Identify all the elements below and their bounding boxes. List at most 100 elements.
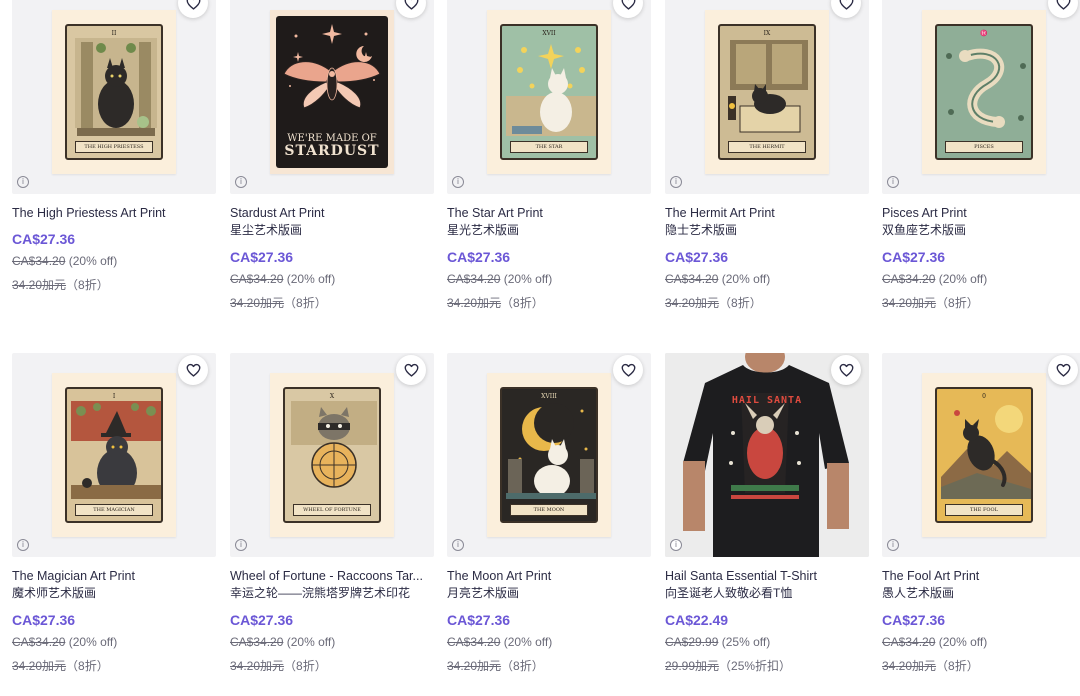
- info-icon[interactable]: i: [235, 539, 247, 551]
- favorite-button[interactable]: [613, 355, 643, 385]
- product-title[interactable]: Wheel of Fortune - Raccoons Tar...: [230, 568, 434, 584]
- product-title[interactable]: The Hermit Art Print: [665, 205, 869, 221]
- info-icon[interactable]: i: [670, 539, 682, 551]
- discount-label-cn: （8折）: [284, 296, 327, 310]
- info-icon[interactable]: i: [17, 176, 29, 188]
- original-price-line-cn: 34.20加元（8折）: [665, 295, 869, 311]
- product-image[interactable]: XVII THE STAR i: [447, 0, 651, 194]
- product-image[interactable]: 0 THE FOOL i: [882, 353, 1080, 557]
- original-price-cn: 34.20加元: [447, 296, 502, 310]
- product-image[interactable]: II THE HIGH PRIESTESS i: [12, 0, 216, 194]
- favorite-button[interactable]: [178, 355, 208, 385]
- product-title[interactable]: The High Priestess Art Print: [12, 205, 216, 221]
- discount-label: (20% off): [503, 635, 553, 649]
- product-title-translated: 魔术师艺术版画: [12, 586, 97, 600]
- original-price: CA$29.99: [665, 635, 719, 649]
- heart-outline-icon: [1056, 0, 1070, 10]
- heart-outline-icon: [186, 363, 200, 377]
- product-image[interactable]: ♓ PISCES i: [882, 0, 1080, 194]
- original-price-cn: 34.20加元: [230, 296, 285, 310]
- product-card[interactable]: WE'RE MADE OF STARDUST i Stardust Art Pr…: [230, 0, 434, 311]
- original-price: CA$34.20: [230, 635, 284, 649]
- original-price-line-cn: 34.20加元（8折）: [230, 295, 434, 311]
- info-icon[interactable]: i: [887, 176, 899, 188]
- original-price-line: CA$34.20 (20% off): [230, 271, 434, 287]
- discount-label-cn: （8折）: [936, 296, 979, 310]
- product-card[interactable]: ♓ PISCES i Pisces Art Print 双鱼座艺术版画 CA$2…: [882, 0, 1080, 311]
- tarot-card-art: IX THE HERMIT: [718, 24, 816, 160]
- product-price: CA$22.49: [665, 612, 729, 628]
- tarot-card-art: X WHEEL OF FORTUNE: [283, 387, 381, 523]
- card-banner: THE MAGICIAN: [75, 504, 153, 516]
- product-image[interactable]: IX THE HERMIT i: [665, 0, 869, 194]
- product-price: CA$27.36: [12, 231, 76, 247]
- card-numeral: XVIII: [541, 393, 557, 400]
- info-icon[interactable]: i: [235, 176, 247, 188]
- product-card[interactable]: XVII THE STAR i The Star Art Print 星光艺术版…: [447, 0, 651, 311]
- discount-label: (20% off): [286, 272, 336, 286]
- original-price-line-cn: 34.20加元（8折）: [12, 658, 216, 674]
- product-title[interactable]: Stardust Art Print: [230, 205, 434, 221]
- discount-label-cn: （25%折扣）: [719, 659, 792, 673]
- favorite-button[interactable]: [396, 355, 426, 385]
- product-card[interactable]: HAIL SANTA i Hail Santa Essential T-Shir…: [665, 353, 869, 674]
- product-card[interactable]: I THE MAGICIAN i The Magician Art Print …: [12, 353, 216, 674]
- product-image[interactable]: X WHEEL OF FORTUNE i: [230, 353, 434, 557]
- print-mat: II THE HIGH PRIESTESS: [52, 10, 176, 174]
- favorite-button[interactable]: [396, 0, 426, 18]
- product-title-translated: 双鱼座艺术版画: [882, 223, 967, 237]
- product-title[interactable]: Hail Santa Essential T-Shirt: [665, 568, 869, 584]
- product-image[interactable]: XVIII THE MOON i: [447, 353, 651, 557]
- product-price: CA$27.36: [882, 249, 946, 265]
- product-title[interactable]: Pisces Art Print: [882, 205, 1080, 221]
- product-card[interactable]: X WHEEL OF FORTUNE i Wheel of Fortune - …: [230, 353, 434, 674]
- card-numeral: IX: [763, 30, 771, 37]
- discount-label: (20% off): [68, 635, 118, 649]
- discount-label-cn: （8折）: [284, 659, 327, 673]
- product-card[interactable]: II THE HIGH PRIESTESS i The High Prieste…: [12, 0, 216, 293]
- original-price: CA$34.20: [447, 635, 501, 649]
- favorite-button[interactable]: [831, 0, 861, 18]
- heart-outline-icon: [839, 0, 853, 10]
- discount-label: (20% off): [68, 254, 118, 268]
- info-icon[interactable]: i: [452, 539, 464, 551]
- original-price: CA$34.20: [882, 635, 936, 649]
- favorite-button[interactable]: [1048, 355, 1078, 385]
- favorite-button[interactable]: [831, 355, 861, 385]
- product-title[interactable]: The Star Art Print: [447, 205, 651, 221]
- favorite-button[interactable]: [178, 0, 208, 18]
- favorite-button[interactable]: [1048, 0, 1078, 18]
- card-numeral: XVII: [542, 30, 556, 37]
- product-price: CA$27.36: [230, 249, 294, 265]
- original-price-line: CA$34.20 (20% off): [882, 271, 1080, 287]
- original-price-line: CA$34.20 (20% off): [665, 271, 869, 287]
- product-image[interactable]: I THE MAGICIAN i: [12, 353, 216, 557]
- original-price: CA$34.20: [882, 272, 936, 286]
- original-price-cn: 34.20加元: [12, 278, 67, 292]
- original-price-line-cn: 34.20加元（8折）: [882, 295, 1080, 311]
- product-card[interactable]: XVIII THE MOON i The Moon Art Print 月亮艺术…: [447, 353, 651, 674]
- original-price: CA$34.20: [12, 635, 66, 649]
- info-icon[interactable]: i: [670, 176, 682, 188]
- product-grid: II THE HIGH PRIESTESS i The High Prieste…: [0, 0, 1080, 696]
- original-price-line-cn: 34.20加元（8折）: [447, 295, 651, 311]
- info-icon[interactable]: i: [887, 539, 899, 551]
- original-price-cn: 29.99加元: [665, 659, 720, 673]
- favorite-button[interactable]: [613, 0, 643, 18]
- product-price: CA$27.36: [230, 612, 294, 628]
- print-mat: 0 THE FOOL: [922, 373, 1046, 537]
- original-price-line: CA$34.20 (20% off): [12, 634, 216, 650]
- product-image[interactable]: HAIL SANTA i: [665, 353, 869, 557]
- card-numeral: II: [111, 30, 117, 37]
- product-title[interactable]: The Moon Art Print: [447, 568, 651, 584]
- product-card[interactable]: IX THE HERMIT i The Hermit Art Print 隐士艺…: [665, 0, 869, 311]
- print-mat: I THE MAGICIAN: [52, 373, 176, 537]
- info-icon[interactable]: i: [17, 539, 29, 551]
- original-price-line: CA$34.20 (20% off): [882, 634, 1080, 650]
- product-title[interactable]: The Magician Art Print: [12, 568, 216, 584]
- product-title[interactable]: The Fool Art Print: [882, 568, 1080, 584]
- product-card[interactable]: 0 THE FOOL i The Fool Art Print 愚人艺术版画 C…: [882, 353, 1080, 674]
- original-price-line: CA$34.20 (20% off): [447, 634, 651, 650]
- product-image[interactable]: WE'RE MADE OF STARDUST i: [230, 0, 434, 194]
- info-icon[interactable]: i: [452, 176, 464, 188]
